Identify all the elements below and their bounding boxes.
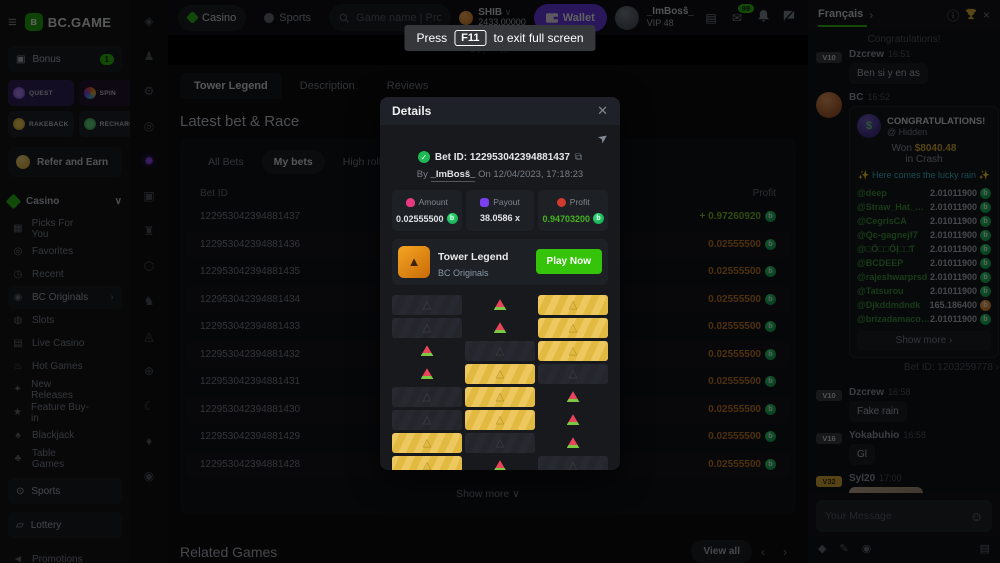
amount-icon xyxy=(406,198,415,207)
game-thumbnail xyxy=(398,246,430,278)
tower-row xyxy=(392,456,608,470)
tower-cell xyxy=(392,456,462,470)
tower-cell xyxy=(538,318,608,338)
stat-payout: Payout 38.0586 x xyxy=(466,190,535,231)
tower-cell xyxy=(392,387,462,407)
tower-cell xyxy=(392,341,462,361)
bet-meta-row: By _ImBosŝ_ On 12/04/2023, 17:18:23 xyxy=(392,169,608,180)
tower-row xyxy=(392,364,608,384)
bet-stats: Amount 0.02555500b Payout 38.0586 x Prof… xyxy=(392,190,608,231)
tower-cell xyxy=(465,433,535,453)
tower-cell xyxy=(392,295,462,315)
tower-cell xyxy=(538,456,608,470)
tower-cell xyxy=(465,295,535,315)
play-now-button[interactable]: Play Now xyxy=(536,249,602,274)
bet-datetime: 12/04/2023, 17:18:23 xyxy=(493,169,583,180)
fullscreen-toast: Press F11 to exit full screen xyxy=(404,25,595,51)
tower-cell xyxy=(538,433,608,453)
stat-profit: Profit 0.94703200b xyxy=(538,190,608,231)
game-provider: BC Originals xyxy=(438,267,528,279)
bc-coin-icon: b xyxy=(447,213,458,224)
tower-cell xyxy=(465,456,535,470)
bet-username-link[interactable]: _ImBosŝ_ xyxy=(431,169,476,182)
f11-key: F11 xyxy=(454,30,486,46)
profit-icon xyxy=(557,198,566,207)
tower-cell xyxy=(538,364,608,384)
tower-cell xyxy=(392,433,462,453)
bet-id-value: Bet ID: 122953042394881437 xyxy=(435,152,570,163)
copy-icon[interactable]: ⧉ xyxy=(575,152,582,163)
tower-cell xyxy=(538,295,608,315)
verified-icon: ✓ xyxy=(418,151,430,163)
tower-row xyxy=(392,410,608,430)
payout-icon xyxy=(480,198,489,207)
tower-cell xyxy=(538,341,608,361)
game-title: Tower Legend xyxy=(438,251,508,263)
game-card: Tower Legend BC Originals Play Now xyxy=(392,239,608,285)
tower-row xyxy=(392,341,608,361)
tower-cell xyxy=(538,410,608,430)
tower-row xyxy=(392,387,608,407)
details-modal: Details ✕ ➤ ✓ Bet ID: 122953042394881437… xyxy=(380,97,620,470)
share-row: ➤ xyxy=(392,131,608,149)
tower-row xyxy=(392,318,608,338)
tower-cell xyxy=(465,387,535,407)
tower-cell xyxy=(465,364,535,384)
stat-amount: Amount 0.02555500b xyxy=(392,190,462,231)
tower-cell xyxy=(538,387,608,407)
tower-grid xyxy=(392,295,608,470)
tower-row xyxy=(392,295,608,315)
share-icon[interactable]: ➤ xyxy=(595,129,611,146)
tower-row xyxy=(392,433,608,453)
bc-coin-icon: b xyxy=(593,213,604,224)
tower-cell xyxy=(465,318,535,338)
modal-header: Details ✕ xyxy=(380,97,620,125)
tower-cell xyxy=(392,318,462,338)
modal-title: Details xyxy=(392,104,597,118)
modal-close-icon[interactable]: ✕ xyxy=(597,103,608,119)
tower-cell xyxy=(465,410,535,430)
tower-cell xyxy=(392,410,462,430)
tower-cell xyxy=(465,341,535,361)
tower-cell xyxy=(392,364,462,384)
bet-id-row: ✓ Bet ID: 122953042394881437 ⧉ xyxy=(392,151,608,163)
